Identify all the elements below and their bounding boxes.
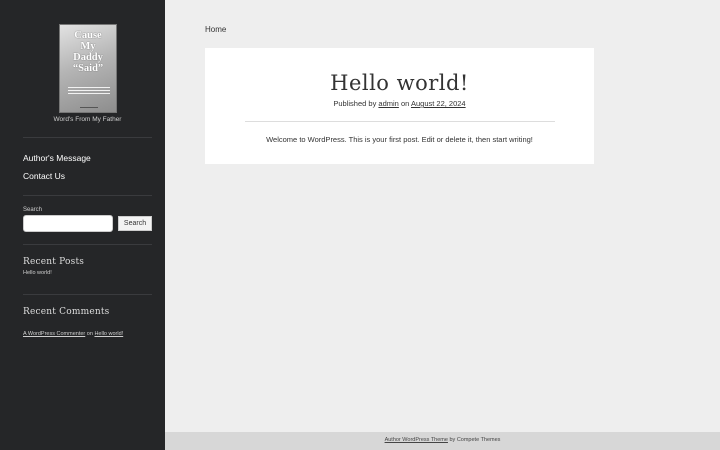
post-date-link[interactable]: August 22, 2024 [411, 99, 466, 108]
footer-credit: Author WordPress Theme by Compete Themes [165, 437, 720, 443]
cover-line: My [80, 41, 96, 52]
nav-link-contact-us[interactable]: Contact Us [23, 171, 65, 181]
comment-on-text: on [86, 331, 93, 337]
recent-post-link[interactable]: Hello world! [23, 270, 52, 276]
post-meta: Published by admin on August 22, 2024 [205, 99, 594, 108]
nav-link-authors-message[interactable]: Author's Message [23, 153, 91, 163]
search-input[interactable] [23, 215, 113, 232]
post-body: Welcome to WordPress. This is your first… [266, 135, 533, 144]
comment-author-link[interactable]: A WordPress Commenter [23, 331, 85, 337]
site-logo-book-cover[interactable]: Cause My Daddy “Said” [59, 24, 117, 113]
search-label: Search [23, 207, 43, 213]
post-title[interactable]: Hello world! [205, 71, 594, 95]
cover-line: “Said” [72, 63, 104, 74]
recent-posts-title: Recent Posts [23, 257, 85, 267]
cover-line: Cause [74, 30, 102, 41]
post-author-link[interactable]: admin [378, 99, 398, 108]
search-button[interactable]: Search [118, 216, 152, 231]
breadcrumb: Home [205, 25, 226, 34]
sidebar-divider [23, 137, 152, 138]
meta-prefix: Published by [333, 99, 377, 108]
sidebar-divider [23, 244, 152, 245]
recent-comment-item: A WordPress Commenter on Hello world! [23, 331, 123, 337]
site-footer: Author WordPress Theme by Compete Themes [165, 432, 720, 450]
sidebar-divider [23, 294, 152, 295]
recent-comments-title: Recent Comments [23, 307, 110, 317]
breadcrumb-home[interactable]: Home [205, 25, 226, 34]
cover-title: Cause My Daddy “Said” [60, 30, 116, 74]
meta-on: on [400, 99, 410, 108]
cover-subtitle-lines [68, 87, 110, 97]
comment-post-link[interactable]: Hello world! [94, 331, 123, 337]
site-tagline: Word's From My Father [53, 116, 122, 123]
footer-by-text: by Compete Themes [449, 437, 501, 443]
post-divider [245, 121, 555, 122]
footer-theme-link[interactable]: Author WordPress Theme [385, 437, 448, 443]
cover-author-line [80, 107, 98, 108]
sidebar-divider [23, 195, 152, 196]
post-card: Hello world! Published by admin on Augus… [205, 48, 594, 164]
sidebar: Cause My Daddy “Said” Word's From My Fat… [0, 0, 165, 450]
cover-line: Daddy [73, 52, 103, 63]
recent-post-link-label: Hello world! [23, 270, 52, 276]
